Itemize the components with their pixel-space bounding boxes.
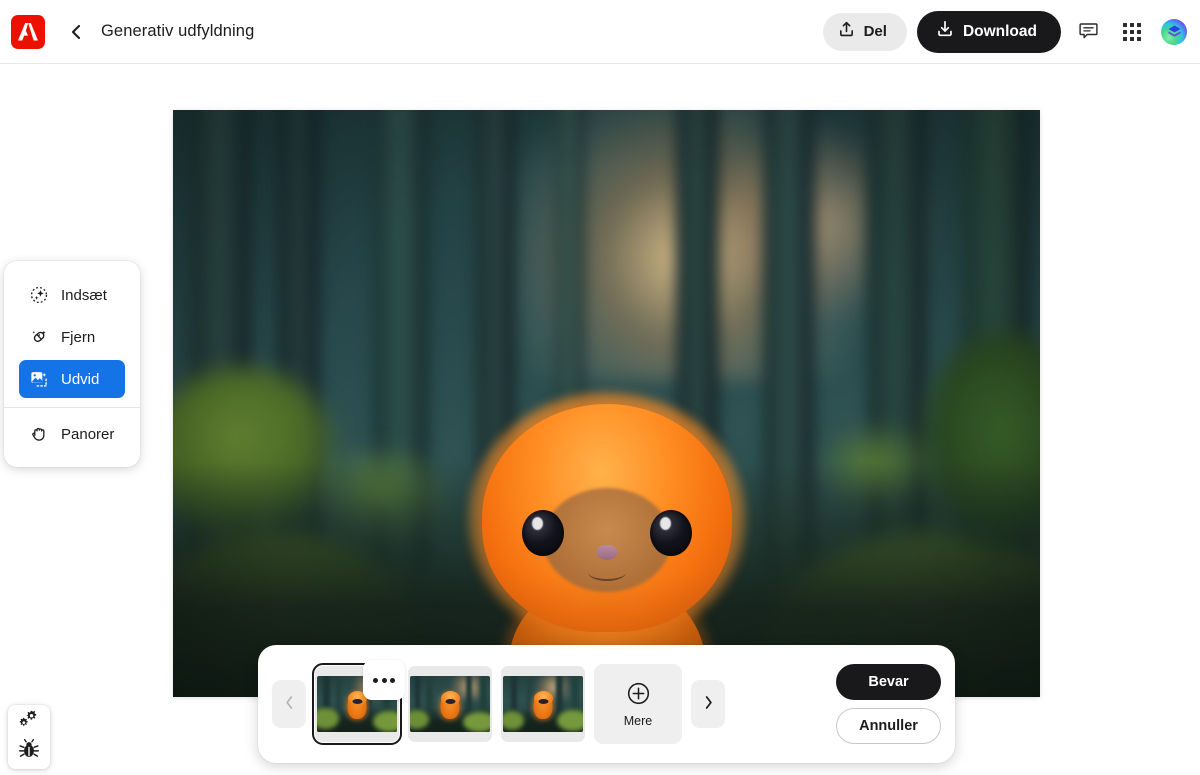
- thumbnail-preview: [410, 676, 490, 732]
- speech-bubble-icon: [1078, 20, 1099, 44]
- variation-thumbnail-3[interactable]: [501, 666, 585, 742]
- bug-icon: [18, 738, 40, 765]
- variations-toolbar: Mere Bevar Annuller: [258, 645, 955, 763]
- gears-icon: [18, 710, 40, 735]
- app-root: Generativ udfyldning Del Download Indsæt…: [0, 0, 1200, 775]
- ellipsis-icon: [373, 677, 378, 683]
- adobe-logo[interactable]: [11, 14, 45, 49]
- download-button[interactable]: Download: [916, 10, 1061, 53]
- tool-item-remove[interactable]: Fjern: [19, 318, 125, 356]
- download-button-label: Download: [962, 22, 1037, 40]
- keep-button[interactable]: Bevar: [836, 664, 941, 700]
- dev-tools-panel: [8, 705, 50, 769]
- bug-report-button[interactable]: [17, 738, 41, 765]
- tool-item-label: Panorer: [61, 425, 115, 443]
- next-variation-button[interactable]: [691, 680, 725, 728]
- plus-circle-icon: [626, 681, 651, 709]
- tool-item-pan[interactable]: Panorer: [19, 415, 125, 453]
- variation-thumbnail-1[interactable]: [312, 660, 405, 745]
- apps-grid-button[interactable]: [1115, 15, 1149, 49]
- app-grid-icon: [1123, 22, 1141, 41]
- tool-item-label: Fjern: [61, 328, 96, 346]
- tool-item-insert[interactable]: Indsæt: [19, 276, 125, 314]
- back-button[interactable]: [61, 17, 91, 47]
- tool-item-expand[interactable]: Udvid: [19, 360, 125, 398]
- hand-icon: [28, 424, 49, 445]
- header-actions: Del Download: [822, 10, 1200, 53]
- chevron-right-icon: [703, 695, 714, 713]
- sparkle-circle-icon: [28, 285, 49, 306]
- prev-variation-button[interactable]: [272, 680, 306, 728]
- settings-button[interactable]: [17, 710, 41, 735]
- variation-thumbnail-2[interactable]: [408, 666, 492, 742]
- feedback-button[interactable]: [1071, 15, 1105, 49]
- tool-item-label: Indsæt: [61, 286, 107, 304]
- image-canvas[interactable]: [173, 110, 1040, 697]
- more-variations-button[interactable]: Mere: [594, 664, 682, 744]
- tool-divider: [4, 407, 140, 408]
- image-vignette: [173, 110, 1040, 697]
- avatar[interactable]: [1161, 18, 1187, 45]
- expand-image-icon: [28, 369, 49, 390]
- download-icon: [936, 20, 954, 43]
- thumbnail-preview: [503, 676, 583, 732]
- thumbnail-more-button[interactable]: [363, 660, 405, 700]
- generated-image: [173, 110, 1040, 697]
- app-header: Generativ udfyldning Del Download: [0, 0, 1200, 64]
- tool-item-label: Udvid: [61, 370, 100, 388]
- eraser-sparkle-icon: [28, 327, 49, 348]
- more-variations-label: Mere: [623, 713, 653, 728]
- chevron-left-icon: [284, 695, 295, 713]
- page-title: Generativ udfyldning: [101, 22, 255, 40]
- tool-panel: Indsæt Fjern Udvid Panorer: [4, 261, 140, 467]
- upload-icon: [838, 21, 855, 42]
- variation-actions: Bevar Annuller: [836, 664, 941, 744]
- share-button-label: Del: [863, 23, 887, 40]
- cancel-button[interactable]: Annuller: [836, 708, 941, 744]
- share-button[interactable]: Del: [822, 12, 907, 51]
